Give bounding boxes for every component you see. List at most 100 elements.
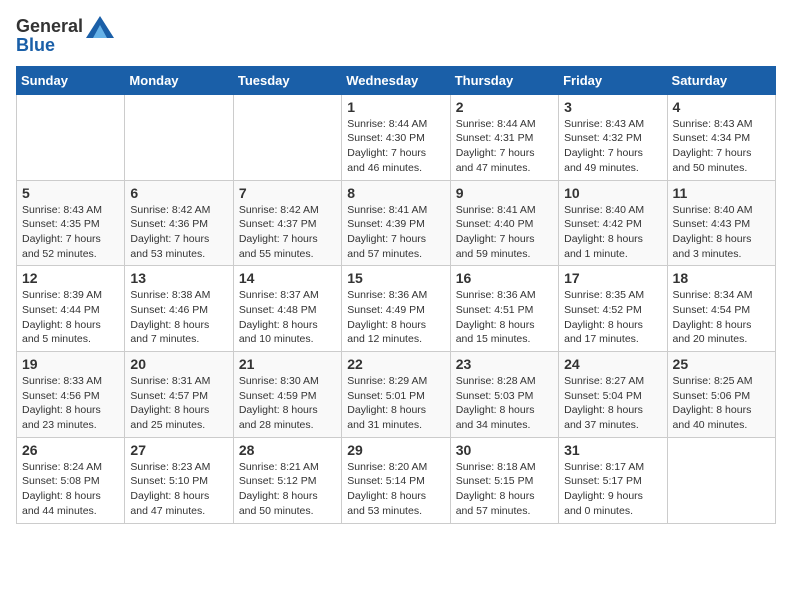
day-number: 3 bbox=[564, 99, 661, 115]
day-number: 15 bbox=[347, 270, 444, 286]
day-number: 18 bbox=[673, 270, 770, 286]
calendar-cell: 16Sunrise: 8:36 AMSunset: 4:51 PMDayligh… bbox=[450, 266, 558, 352]
calendar-cell: 14 Sunrise: 8:37 AMSunset: 4:48 PMDayligh… bbox=[233, 266, 341, 352]
calendar-cell: 2 Sunrise: 8:44 AMSunset: 4:31 PMDaylight… bbox=[450, 94, 558, 180]
day-number: 30 bbox=[456, 442, 553, 458]
day-number: 13 bbox=[130, 270, 227, 286]
day-number: 17 bbox=[564, 270, 661, 286]
calendar-cell: 6Sunrise: 8:42 AMSunset: 4:36 PMDaylight… bbox=[125, 180, 233, 266]
day-number: 7 bbox=[239, 185, 336, 201]
calendar-cell: 7 Sunrise: 8:42 AMSunset: 4:37 PMDaylight… bbox=[233, 180, 341, 266]
day-number: 22 bbox=[347, 356, 444, 372]
calendar-cell: 1 Sunrise: 8:44 AMSunset: 4:30 PMDaylight… bbox=[342, 94, 450, 180]
logo-arrow-icon bbox=[86, 16, 114, 38]
weekday-header-saturday: Saturday bbox=[667, 66, 775, 94]
calendar-cell bbox=[667, 437, 775, 523]
day-number: 9 bbox=[456, 185, 553, 201]
day-info: Sunrise: 8:42 AMSunset: 4:37 PMDaylight:… bbox=[239, 203, 336, 262]
calendar-cell: 10Sunrise: 8:40 AMSunset: 4:42 PMDayligh… bbox=[559, 180, 667, 266]
day-info: Sunrise: 8:38 AMSunset: 4:46 PMDaylight:… bbox=[130, 288, 227, 347]
day-number: 19 bbox=[22, 356, 119, 372]
day-number: 12 bbox=[22, 270, 119, 286]
day-info: Sunrise: 8:41 AMSunset: 4:40 PMDaylight:… bbox=[456, 203, 553, 262]
day-number: 24 bbox=[564, 356, 661, 372]
day-info: Sunrise: 8:42 AMSunset: 4:36 PMDaylight:… bbox=[130, 203, 227, 262]
day-number: 23 bbox=[456, 356, 553, 372]
calendar-cell: 24 Sunrise: 8:27 AMSunset: 5:04 PMDayligh… bbox=[559, 352, 667, 438]
calendar-week-row: 1 Sunrise: 8:44 AMSunset: 4:30 PMDaylight… bbox=[17, 94, 776, 180]
calendar-cell: 31 Sunrise: 8:17 AMSunset: 5:17 PMDayligh… bbox=[559, 437, 667, 523]
calendar-cell bbox=[17, 94, 125, 180]
calendar-cell: 11 Sunrise: 8:40 AMSunset: 4:43 PMDayligh… bbox=[667, 180, 775, 266]
day-info: Sunrise: 8:18 AMSunset: 5:15 PMDaylight:… bbox=[456, 460, 553, 519]
calendar-cell: 22 Sunrise: 8:29 AMSunset: 5:01 PMDayligh… bbox=[342, 352, 450, 438]
day-info: Sunrise: 8:27 AMSunset: 5:04 PMDaylight:… bbox=[564, 374, 661, 433]
weekday-header-wednesday: Wednesday bbox=[342, 66, 450, 94]
weekday-header-sunday: Sunday bbox=[17, 66, 125, 94]
weekday-header-thursday: Thursday bbox=[450, 66, 558, 94]
day-number: 27 bbox=[130, 442, 227, 458]
calendar-cell: 13 Sunrise: 8:38 AMSunset: 4:46 PMDayligh… bbox=[125, 266, 233, 352]
day-info: Sunrise: 8:23 AMSunset: 5:10 PMDaylight:… bbox=[130, 460, 227, 519]
calendar-cell: 19 Sunrise: 8:33 AMSunset: 4:56 PMDayligh… bbox=[17, 352, 125, 438]
day-info: Sunrise: 8:40 AMSunset: 4:42 PMDaylight:… bbox=[564, 203, 661, 262]
day-info: Sunrise: 8:36 AMSunset: 4:49 PMDaylight:… bbox=[347, 288, 444, 347]
calendar-cell: 23 Sunrise: 8:28 AMSunset: 5:03 PMDayligh… bbox=[450, 352, 558, 438]
calendar-week-row: 26Sunrise: 8:24 AMSunset: 5:08 PMDayligh… bbox=[17, 437, 776, 523]
day-number: 28 bbox=[239, 442, 336, 458]
calendar-cell: 27 Sunrise: 8:23 AMSunset: 5:10 PMDayligh… bbox=[125, 437, 233, 523]
calendar: SundayMondayTuesdayWednesdayThursdayFrid… bbox=[16, 66, 776, 524]
day-info: Sunrise: 8:41 AMSunset: 4:39 PMDaylight:… bbox=[347, 203, 444, 262]
day-info: Sunrise: 8:43 AMSunset: 4:32 PMDaylight:… bbox=[564, 117, 661, 176]
day-number: 25 bbox=[673, 356, 770, 372]
day-info: Sunrise: 8:21 AMSunset: 5:12 PMDaylight:… bbox=[239, 460, 336, 519]
calendar-cell bbox=[125, 94, 233, 180]
day-number: 31 bbox=[564, 442, 661, 458]
calendar-week-row: 12 Sunrise: 8:39 AMSunset: 4:44 PMDayligh… bbox=[17, 266, 776, 352]
day-number: 5 bbox=[22, 185, 119, 201]
day-info: Sunrise: 8:33 AMSunset: 4:56 PMDaylight:… bbox=[22, 374, 119, 433]
calendar-week-row: 5 Sunrise: 8:43 AMSunset: 4:35 PMDaylight… bbox=[17, 180, 776, 266]
weekday-header-row: SundayMondayTuesdayWednesdayThursdayFrid… bbox=[17, 66, 776, 94]
calendar-week-row: 19 Sunrise: 8:33 AMSunset: 4:56 PMDayligh… bbox=[17, 352, 776, 438]
calendar-cell: 30 Sunrise: 8:18 AMSunset: 5:15 PMDayligh… bbox=[450, 437, 558, 523]
day-info: Sunrise: 8:37 AMSunset: 4:48 PMDaylight:… bbox=[239, 288, 336, 347]
calendar-cell: 4 Sunrise: 8:43 AMSunset: 4:34 PMDaylight… bbox=[667, 94, 775, 180]
calendar-cell: 5 Sunrise: 8:43 AMSunset: 4:35 PMDaylight… bbox=[17, 180, 125, 266]
day-info: Sunrise: 8:44 AMSunset: 4:31 PMDaylight:… bbox=[456, 117, 553, 176]
weekday-header-monday: Monday bbox=[125, 66, 233, 94]
day-info: Sunrise: 8:17 AMSunset: 5:17 PMDaylight:… bbox=[564, 460, 661, 519]
day-info: Sunrise: 8:29 AMSunset: 5:01 PMDaylight:… bbox=[347, 374, 444, 433]
day-info: Sunrise: 8:30 AMSunset: 4:59 PMDaylight:… bbox=[239, 374, 336, 433]
calendar-cell: 26Sunrise: 8:24 AMSunset: 5:08 PMDayligh… bbox=[17, 437, 125, 523]
day-info: Sunrise: 8:40 AMSunset: 4:43 PMDaylight:… bbox=[673, 203, 770, 262]
day-number: 2 bbox=[456, 99, 553, 115]
logo-general: General bbox=[16, 17, 83, 37]
day-number: 1 bbox=[347, 99, 444, 115]
day-info: Sunrise: 8:44 AMSunset: 4:30 PMDaylight:… bbox=[347, 117, 444, 176]
day-info: Sunrise: 8:20 AMSunset: 5:14 PMDaylight:… bbox=[347, 460, 444, 519]
day-info: Sunrise: 8:34 AMSunset: 4:54 PMDaylight:… bbox=[673, 288, 770, 347]
day-info: Sunrise: 8:39 AMSunset: 4:44 PMDaylight:… bbox=[22, 288, 119, 347]
day-number: 14 bbox=[239, 270, 336, 286]
weekday-header-tuesday: Tuesday bbox=[233, 66, 341, 94]
day-info: Sunrise: 8:43 AMSunset: 4:35 PMDaylight:… bbox=[22, 203, 119, 262]
logo-blue: Blue bbox=[16, 36, 55, 56]
day-info: Sunrise: 8:36 AMSunset: 4:51 PMDaylight:… bbox=[456, 288, 553, 347]
day-number: 20 bbox=[130, 356, 227, 372]
day-info: Sunrise: 8:28 AMSunset: 5:03 PMDaylight:… bbox=[456, 374, 553, 433]
calendar-cell: 29 Sunrise: 8:20 AMSunset: 5:14 PMDayligh… bbox=[342, 437, 450, 523]
day-info: Sunrise: 8:43 AMSunset: 4:34 PMDaylight:… bbox=[673, 117, 770, 176]
day-info: Sunrise: 8:24 AMSunset: 5:08 PMDaylight:… bbox=[22, 460, 119, 519]
calendar-cell: 8Sunrise: 8:41 AMSunset: 4:39 PMDaylight… bbox=[342, 180, 450, 266]
calendar-cell: 28 Sunrise: 8:21 AMSunset: 5:12 PMDayligh… bbox=[233, 437, 341, 523]
day-number: 4 bbox=[673, 99, 770, 115]
calendar-cell: 20 Sunrise: 8:31 AMSunset: 4:57 PMDayligh… bbox=[125, 352, 233, 438]
day-number: 29 bbox=[347, 442, 444, 458]
logo: General Blue bbox=[16, 16, 114, 56]
calendar-cell: 3 Sunrise: 8:43 AMSunset: 4:32 PMDaylight… bbox=[559, 94, 667, 180]
calendar-cell: 18 Sunrise: 8:34 AMSunset: 4:54 PMDayligh… bbox=[667, 266, 775, 352]
day-number: 11 bbox=[673, 185, 770, 201]
day-info: Sunrise: 8:31 AMSunset: 4:57 PMDaylight:… bbox=[130, 374, 227, 433]
calendar-cell: 9 Sunrise: 8:41 AMSunset: 4:40 PMDaylight… bbox=[450, 180, 558, 266]
